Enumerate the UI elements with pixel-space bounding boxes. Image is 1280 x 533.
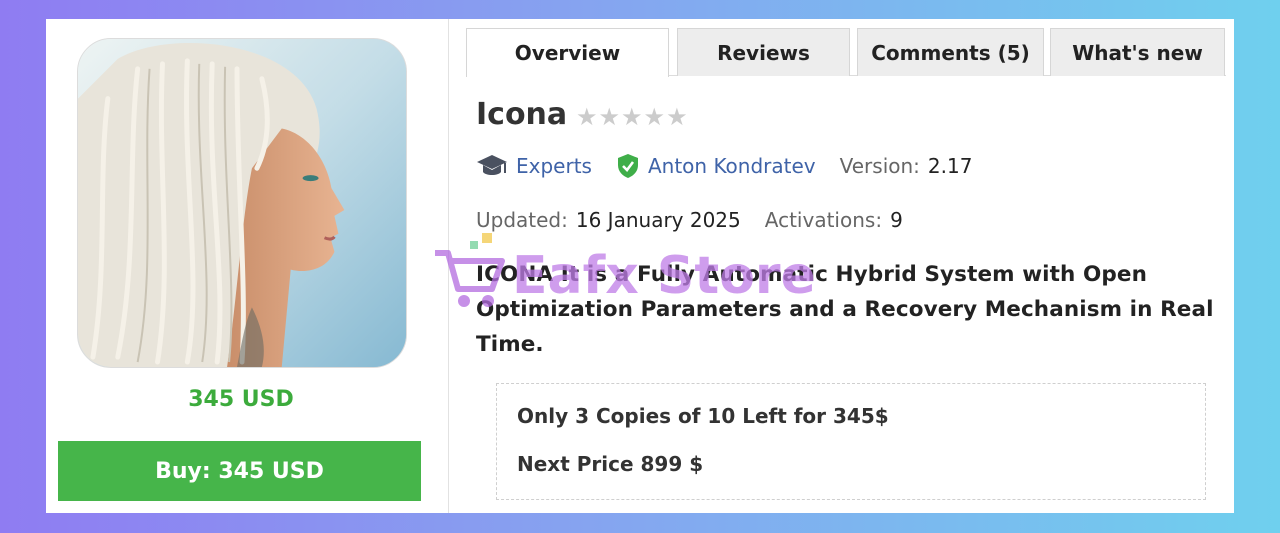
buy-button[interactable]: Buy: 345 USD [58, 441, 421, 501]
category-link[interactable]: Experts [516, 154, 592, 178]
portrait-illustration [78, 39, 406, 367]
tab-overview[interactable]: Overview [466, 28, 669, 77]
updated-value: 16 January 2025 [575, 208, 741, 232]
promo-next-price: Next Price 899 $ [517, 452, 704, 476]
product-description: ICONA It is a Fully Automatic Hybrid Sys… [476, 262, 1214, 357]
rating-stars[interactable]: ★★★★★ [576, 103, 689, 131]
version-label: Version: [839, 154, 920, 178]
star-icon[interactable]: ★ [576, 103, 599, 131]
product-title: Icona [476, 97, 568, 132]
product-sidebar: 345 USD Buy: 345 USD [46, 19, 449, 513]
price-label: 345 USD [188, 387, 294, 412]
star-icon[interactable]: ★ [666, 103, 689, 131]
tab-comments[interactable]: Comments (5) [857, 28, 1044, 76]
promo-box: Only 3 Copies of 10 Left for 345$ Next P… [496, 383, 1206, 500]
graduation-cap-icon [476, 153, 508, 179]
product-image[interactable] [77, 38, 407, 368]
promo-copies-left: Only 3 Copies of 10 Left for 345$ [517, 404, 889, 428]
updated-label: Updated: [476, 208, 568, 232]
meta-row-2: Updated: 16 January 2025 Activations: 9 [476, 205, 903, 235]
activations-label: Activations: [764, 208, 883, 232]
product-card: 345 USD Buy: 345 USD Overview Reviews Co… [46, 19, 1234, 513]
version-value: 2.17 [927, 154, 973, 178]
star-icon[interactable]: ★ [621, 103, 644, 131]
author-link[interactable]: Anton Kondratev [648, 154, 816, 178]
meta-row-1: Experts Anton Kondratev Version: 2.17 [476, 151, 972, 181]
activations-value: 9 [890, 208, 903, 232]
verified-shield-icon [616, 153, 640, 179]
tab-whats-new[interactable]: What's new [1050, 28, 1225, 76]
star-icon[interactable]: ★ [599, 103, 622, 131]
star-icon[interactable]: ★ [644, 103, 667, 131]
tab-bar: Overview Reviews Comments (5) What's new [466, 28, 1226, 77]
tab-reviews[interactable]: Reviews [677, 28, 850, 76]
